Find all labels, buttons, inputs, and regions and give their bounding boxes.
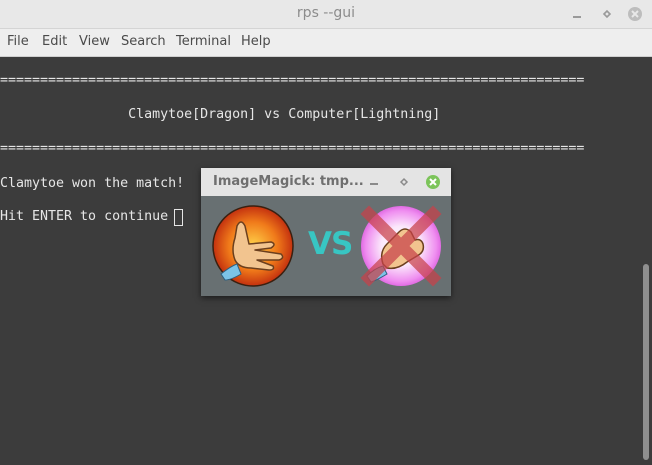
lightning-hand-icon [360,205,442,287]
prompt-line: Hit ENTER to continue [0,209,177,224]
imagemagick-title: ImageMagick: tmp... [213,174,364,189]
window-title: rps --gui [296,5,356,21]
menu-view[interactable]: View [79,34,110,49]
close-icon[interactable] [627,6,643,22]
menu-edit[interactable]: Edit [42,34,67,49]
matchup-line: Clamytoe[Dragon] vs Computer[Lightning] [0,107,441,122]
terminal-cursor [174,209,183,226]
menu-search[interactable]: Search [121,34,166,49]
minimize-icon[interactable] [569,6,585,22]
vs-label: VS [308,226,353,262]
separator-line-bottom: ========================================… [0,141,585,156]
menu-help[interactable]: Help [241,34,271,49]
scrollbar-thumb[interactable] [643,264,649,460]
imagemagick-window: ImageMagick: tmp... VS [201,168,451,296]
close-icon[interactable] [425,174,441,190]
imagemagick-title-bar[interactable]: ImageMagick: tmp... [201,168,451,196]
result-line: Clamytoe won the match! [0,176,185,191]
dragon-hand-icon [212,205,294,287]
menu-terminal[interactable]: Terminal [176,34,231,49]
maximize-icon[interactable] [599,6,615,22]
separator-line-top: ========================================… [0,73,585,88]
title-bar: rps --gui [0,0,652,29]
menu-file[interactable]: File [7,34,29,49]
menu-bar: File Edit View Search Terminal Help [0,29,652,57]
imagemagick-canvas: VS [201,196,451,296]
maximize-icon[interactable] [396,174,412,190]
minimize-icon[interactable] [366,174,382,190]
